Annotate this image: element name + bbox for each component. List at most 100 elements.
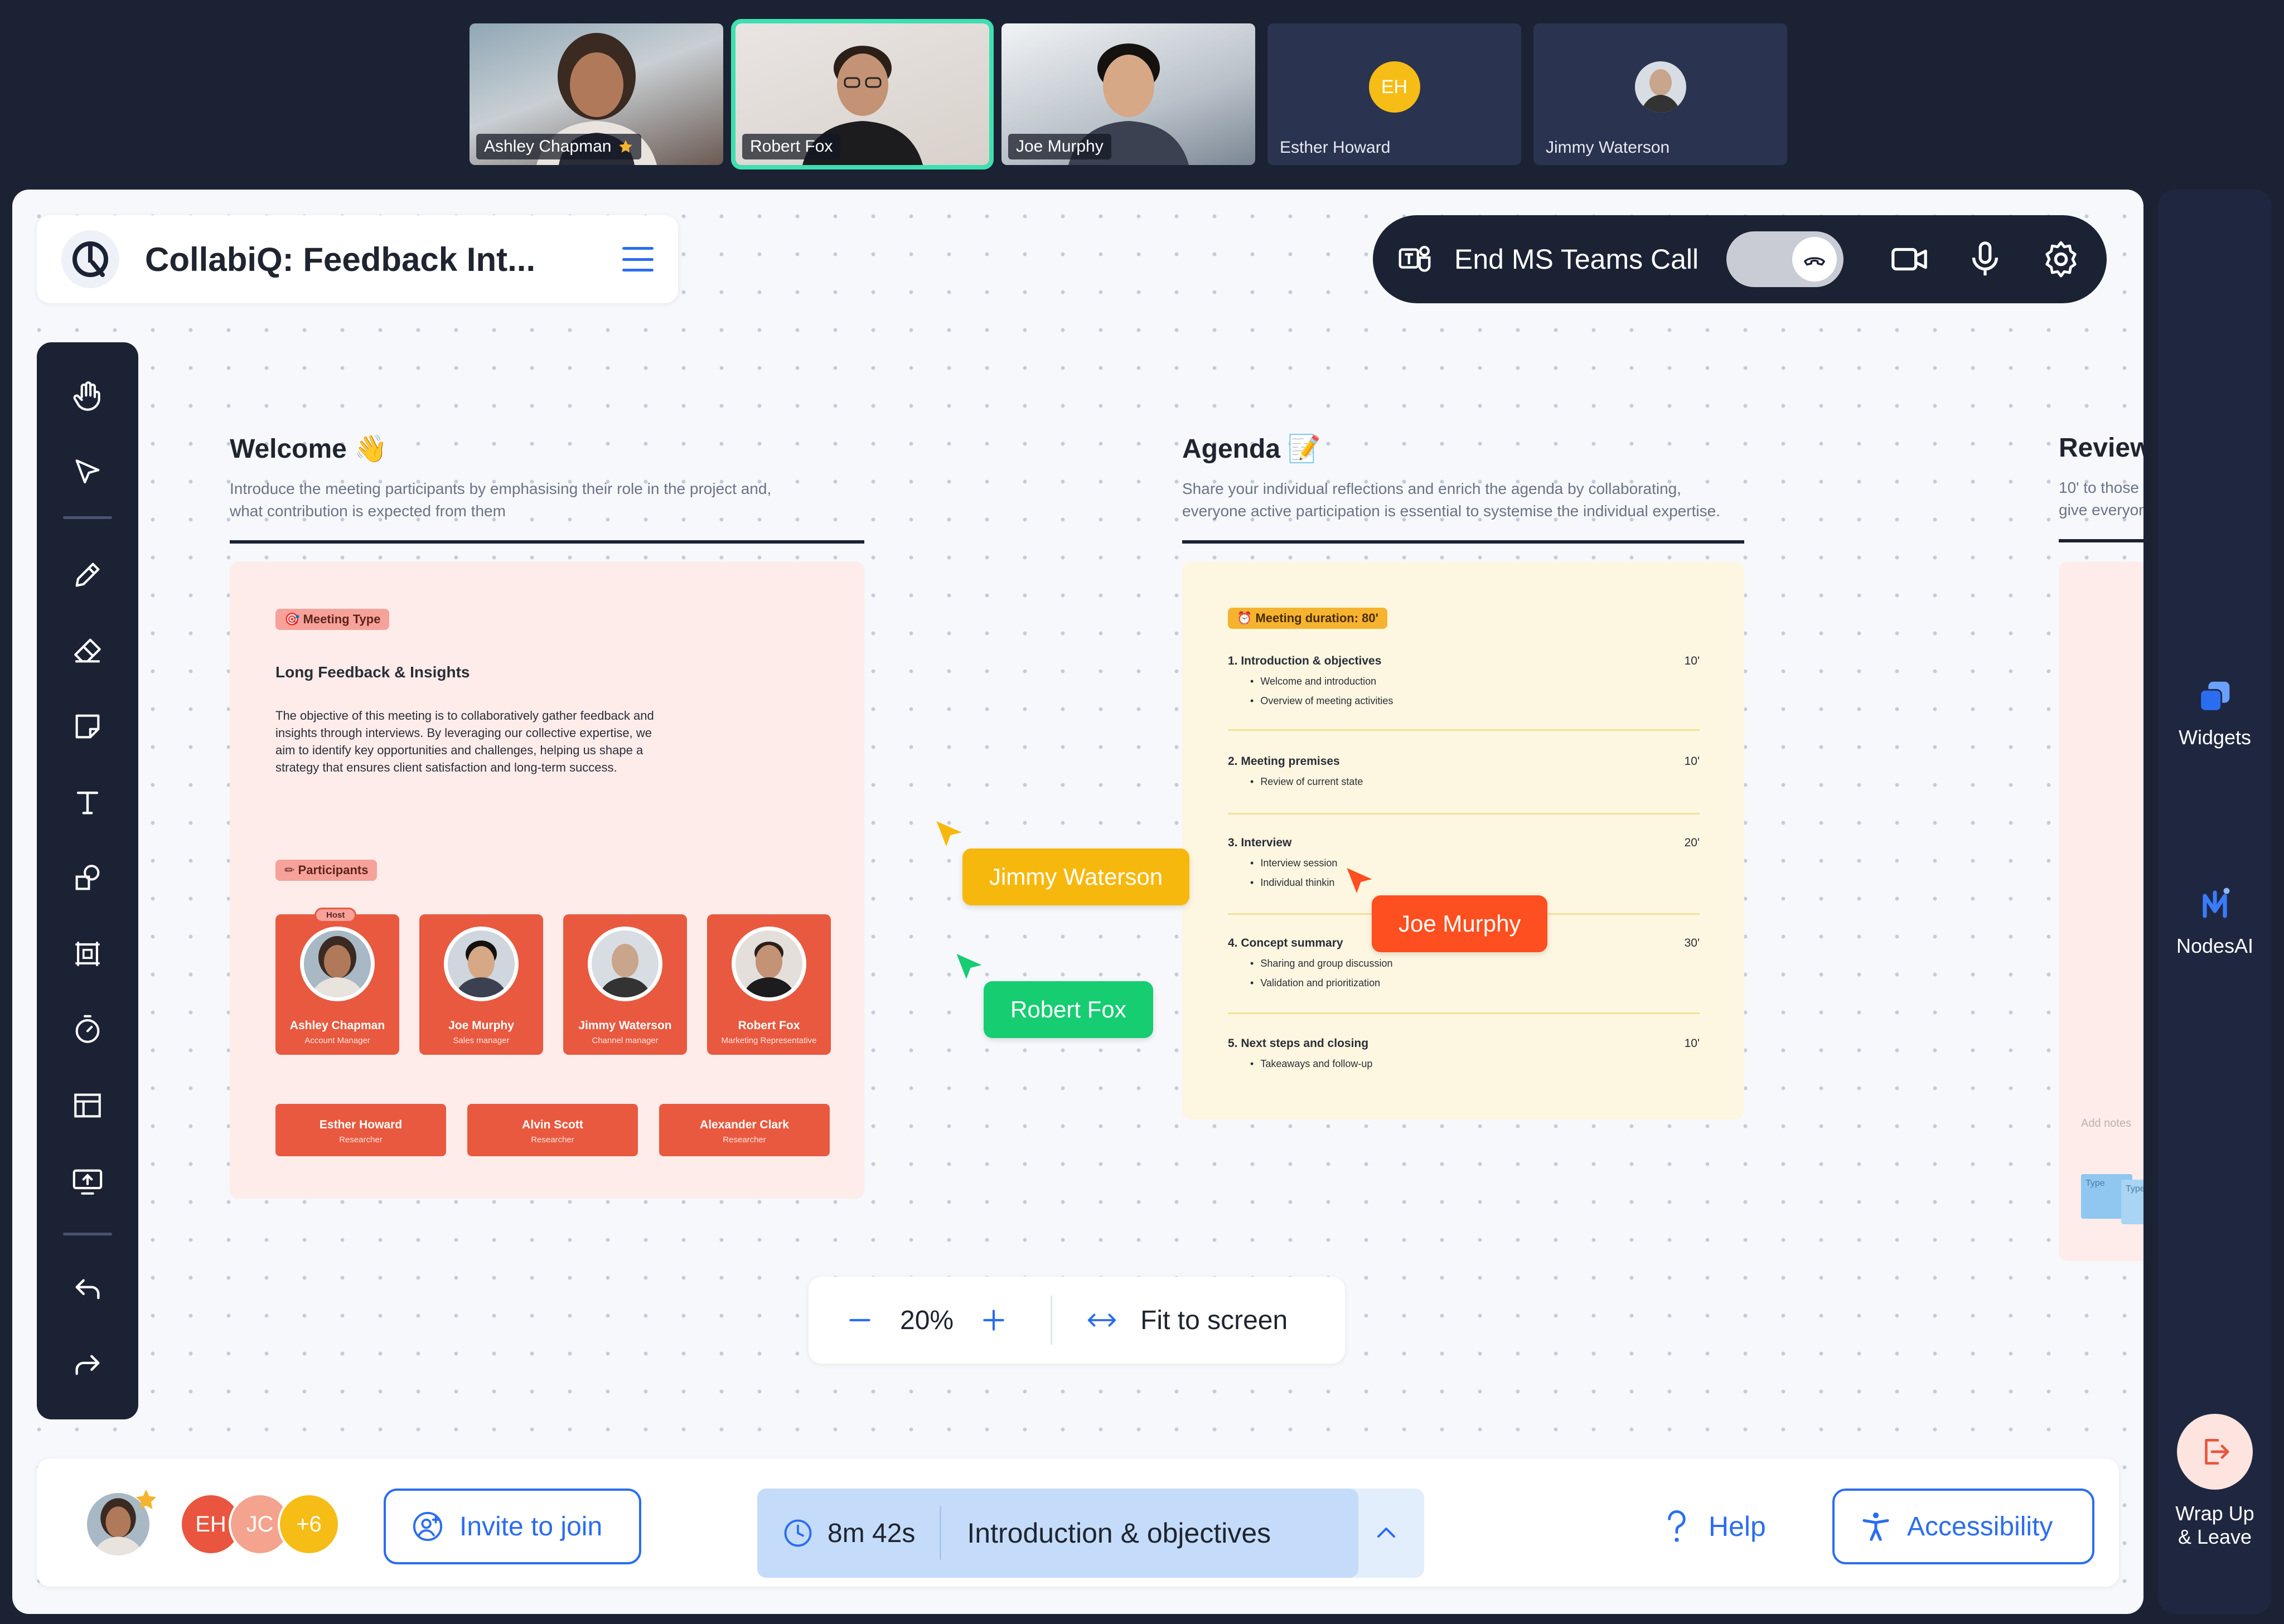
- zoom-in-button[interactable]: [976, 1302, 1012, 1338]
- participant-name: Joe Murphy: [448, 1019, 514, 1032]
- agenda-bullet: Sharing and group discussion: [1250, 958, 1700, 969]
- nodesai-button[interactable]: NodesAI: [2158, 884, 2272, 958]
- agenda-item-title: 1. Introduction & objectives: [1228, 655, 1382, 667]
- researcher-card[interactable]: Alexander Clark Researcher: [659, 1104, 830, 1156]
- participant-card[interactable]: Jimmy Waterson Channel manager: [563, 914, 687, 1055]
- toolbar-divider: [63, 1233, 112, 1235]
- sticky-note-tool[interactable]: [37, 689, 138, 764]
- redo-button[interactable]: [37, 1329, 138, 1405]
- video-tile-robert[interactable]: Robert Fox: [731, 19, 994, 169]
- whiteboard-canvas[interactable]: CollabiQ: Feedback Int... End MS Teams C…: [12, 190, 2143, 1614]
- session-timer: 8m 42s: [828, 1518, 916, 1548]
- toolbar-divider: [63, 516, 112, 519]
- participant-name: Jimmy Waterson: [1546, 138, 1670, 157]
- agenda-divider: [1228, 1012, 1700, 1014]
- welcome-card[interactable]: 🎯 Meeting Type Long Feedback & Insights …: [230, 562, 864, 1199]
- participant-role: Marketing Representative: [721, 1036, 817, 1045]
- agenda-item-duration: 10': [1684, 755, 1700, 768]
- help-button[interactable]: Help: [1664, 1509, 1766, 1544]
- mic-icon[interactable]: [1964, 238, 2006, 280]
- section-description: give everyon: [2059, 501, 2143, 518]
- invite-label: Invite to join: [459, 1511, 603, 1541]
- video-icon[interactable]: [1888, 238, 1930, 280]
- timer-tool[interactable]: [37, 992, 138, 1068]
- researcher-name: Esther Howard: [319, 1118, 403, 1131]
- agenda-item[interactable]: 5. Next steps and closing 10' Takeaways a…: [1228, 1037, 1700, 1078]
- pencil-tool[interactable]: [37, 537, 138, 613]
- participant-name-tag: Robert Fox: [742, 134, 841, 159]
- attendee-overflow-count: +6: [278, 1493, 340, 1555]
- participant-role: Sales manager: [453, 1036, 510, 1045]
- chevron-up-icon[interactable]: [1373, 1520, 1400, 1547]
- section-title: Review: [2059, 433, 2143, 463]
- participant-card[interactable]: Joe Murphy Sales manager: [419, 914, 543, 1055]
- sticky-note-icon: [75, 714, 100, 739]
- zoom-divider: [1051, 1296, 1053, 1345]
- widgets-icon: [2158, 677, 2272, 716]
- fit-to-screen-button[interactable]: Fit to screen: [1086, 1305, 1288, 1336]
- fit-arrows-icon: [1087, 1313, 1116, 1327]
- participant-role: Channel manager: [592, 1036, 659, 1045]
- sticky-note[interactable]: Type: [2121, 1180, 2143, 1224]
- video-tile-ashley[interactable]: Ashley Chapman: [470, 23, 723, 165]
- board-title: CollabiQ: Feedback Int...: [145, 240, 536, 278]
- agenda-section-header: Agenda 📝 Share your individual reflectio…: [1182, 433, 1744, 544]
- meeting-objective: The objective of this meeting is to coll…: [275, 709, 654, 723]
- accessibility-button[interactable]: Accessibility: [1832, 1489, 2094, 1564]
- end-call-toggle[interactable]: [1726, 231, 1844, 287]
- video-tile-jimmy[interactable]: Jimmy Waterson: [1533, 23, 1787, 165]
- researcher-role: Researcher: [723, 1135, 766, 1145]
- nodesai-label: NodesAI: [2176, 934, 2254, 957]
- agenda-item-title: 4. Concept summary: [1228, 937, 1343, 949]
- participant-name: Ashley Chapman: [484, 137, 612, 156]
- agenda-item[interactable]: 1. Introduction & objectives 10' Welcome …: [1228, 655, 1700, 715]
- researcher-card[interactable]: Esther Howard Researcher: [275, 1104, 446, 1156]
- undo-button[interactable]: [37, 1253, 138, 1329]
- participant-name: Robert Fox: [750, 137, 833, 156]
- leave-label-line-2: & Leave: [2177, 1525, 2252, 1548]
- zoom-out-button[interactable]: [842, 1302, 878, 1338]
- shapes-tool[interactable]: [37, 840, 138, 916]
- teams-icon: [1399, 245, 1431, 272]
- agenda-item[interactable]: 3. Interview 20' Interview session Indivi…: [1228, 836, 1700, 896]
- section-divider: [230, 540, 864, 544]
- agenda-card[interactable]: ⏰ Meeting duration: 80' 1. Introduction …: [1182, 562, 1744, 1119]
- session-progress[interactable]: 8m 42s Introduction & objectives: [757, 1489, 1424, 1578]
- agenda-bullet: Individual thinkin: [1250, 877, 1700, 889]
- gear-icon[interactable]: [2040, 238, 2082, 280]
- section-divider: [2059, 539, 2143, 542]
- participant-card[interactable]: Robert Fox Marketing Representative: [707, 914, 831, 1055]
- eraser-tool[interactable]: [37, 613, 138, 689]
- agenda-bullet: Overview of meeting activities: [1250, 695, 1700, 707]
- meeting-type-value: Long Feedback & Insights: [275, 663, 470, 681]
- widgets-button[interactable]: Widgets: [2158, 677, 2272, 749]
- review-card[interactable]: Add notes Type Type: [2059, 562, 2143, 1261]
- participant-photo: [300, 927, 375, 1001]
- agenda-item[interactable]: 2. Meeting premises 10' Review of current…: [1228, 755, 1700, 796]
- hand-icon: [73, 381, 100, 411]
- text-tool[interactable]: [37, 764, 138, 840]
- researcher-card[interactable]: Alvin Scott Researcher: [467, 1104, 638, 1156]
- menu-icon[interactable]: [622, 247, 654, 272]
- video-tile-esther[interactable]: EH Esther Howard: [1267, 23, 1521, 165]
- frame-tool[interactable]: [37, 916, 138, 992]
- app-logo: [61, 230, 119, 288]
- timer-icon: [75, 1015, 100, 1043]
- agenda-bullet: Takeaways and follow-up: [1250, 1058, 1700, 1070]
- select-tool[interactable]: [37, 435, 138, 511]
- hand-tool[interactable]: [37, 359, 138, 435]
- video-tile-joe[interactable]: Joe Murphy: [1001, 23, 1255, 165]
- invite-to-join-button[interactable]: Invite to join: [384, 1489, 641, 1564]
- call-control-bar: End MS Teams Call: [1373, 215, 2107, 303]
- share-screen-tool[interactable]: [37, 1143, 138, 1219]
- researcher-role: Researcher: [531, 1135, 574, 1145]
- share-screen-icon: [72, 1169, 103, 1195]
- participant-card[interactable]: Host Ashley Chapman Account Manager: [275, 908, 399, 1055]
- shapes-icon: [75, 865, 100, 890]
- avatar-initials: EH: [1381, 76, 1408, 98]
- star-icon: [136, 1489, 157, 1509]
- star-icon: [619, 140, 633, 153]
- accessibility-icon: [1860, 1509, 1891, 1544]
- wrap-up-leave-button[interactable]: Wrap Up & Leave: [2158, 1414, 2272, 1549]
- table-tool[interactable]: [37, 1068, 138, 1143]
